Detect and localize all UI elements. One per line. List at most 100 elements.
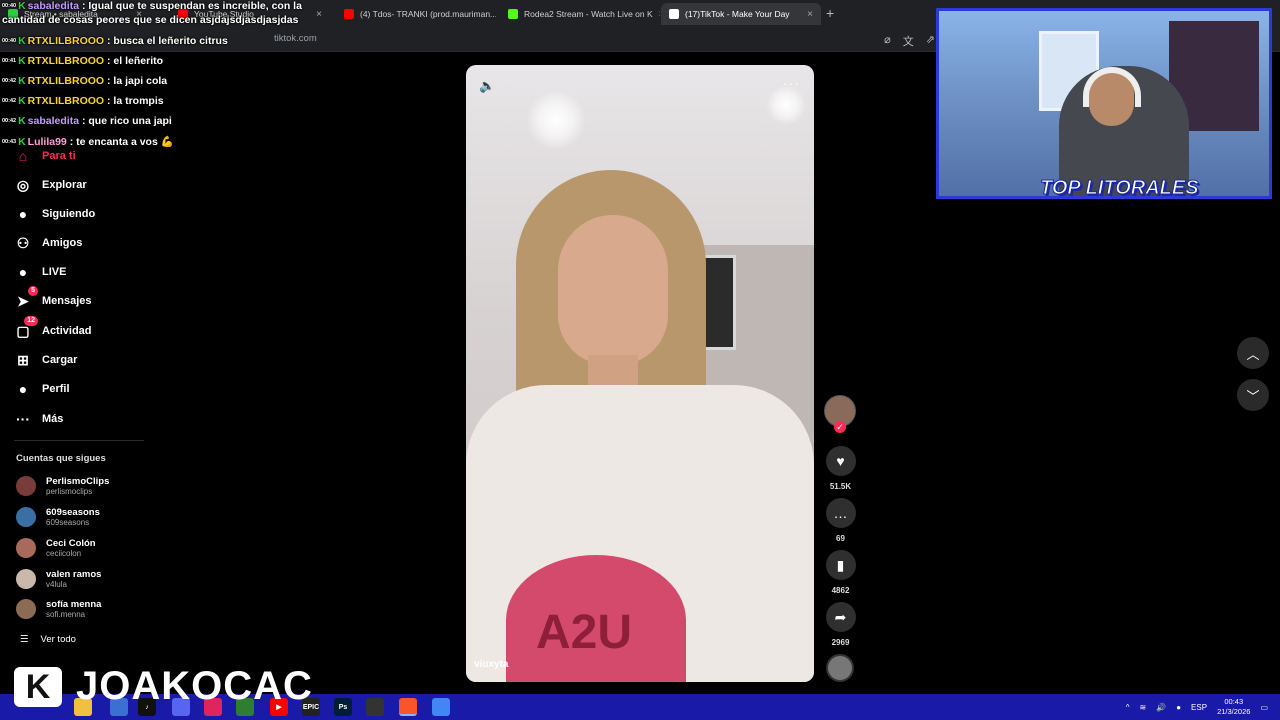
comment-action[interactable]: … 69 (824, 498, 857, 543)
chat-text: cantidad de cosas peores que se dicen as… (2, 14, 299, 26)
share-icon[interactable]: ➦ (825, 602, 856, 632)
see-all-button[interactable]: ☰ Ver todo (20, 634, 76, 645)
mute-icon[interactable]: ⌀ (884, 33, 891, 49)
sidebar-item-siguiendo[interactable]: ● Siguiendo (14, 205, 95, 223)
following-account[interactable]: 609seasons 609seasons (16, 507, 100, 527)
chat-text: : la trompis (104, 95, 164, 107)
more-options-icon[interactable]: ··· (783, 75, 800, 91)
sidebar-item-mensajes[interactable]: ➤ 5 Mensajes (14, 286, 92, 310)
next-video-button[interactable]: ﹀ (1237, 379, 1269, 411)
notifications-icon[interactable]: ▭ (1260, 703, 1268, 712)
video-username[interactable]: viuxyta (474, 659, 508, 670)
sidebar-item-label: Más (42, 413, 64, 425)
language-indicator[interactable]: ESP (1191, 703, 1207, 712)
cam-title: TOP LITORALES (1040, 177, 1200, 200)
chat-message: 00:41 K RTXLILBROOO : el leñerito (2, 55, 163, 67)
url-text[interactable]: tiktok.com (274, 33, 317, 44)
taskbar-app-icon[interactable] (399, 698, 417, 716)
tab-favicon-icon (508, 9, 518, 19)
sidebar-item-explorar[interactable]: ◎ Explorar (14, 176, 87, 194)
account-name: PerlismoClips (46, 476, 110, 487)
chat-text: : la japi cola (104, 75, 168, 87)
sidebar-item-más[interactable]: ··· Más (14, 410, 63, 428)
mic-icon[interactable]: ● (1176, 703, 1181, 712)
chat-message: 00:40 K RTXLILBROOO : busca el leñerito ci… (2, 35, 228, 47)
sidebar-item-actividad[interactable]: ▢ 12 Actividad (14, 316, 92, 340)
kick-badge-icon: K (18, 0, 26, 12)
tab-label: (4) Tdos- TRANKI (prod.mauriman... (360, 9, 496, 19)
sidebar-item-label: Mensajes (42, 295, 92, 307)
music-disc-avatar[interactable] (826, 654, 854, 682)
system-tray: ^ ≋ 🔊 ● ESP 00:43 21/3/2026 ▭ (1126, 694, 1268, 720)
taskbar-app-icon[interactable] (432, 698, 450, 716)
bookmark-icon[interactable]: ▮ (825, 550, 856, 580)
account-text: sofía menna sofi.menna (46, 599, 101, 619)
comment-icon[interactable]: … (825, 498, 856, 528)
account-handle: 609seasons (46, 518, 90, 527)
video-player[interactable]: A2U 🔈 ··· viuxyta (466, 65, 814, 682)
account-name: sofía menna (46, 599, 102, 610)
share-count: 2969 (831, 638, 850, 647)
close-tab-icon[interactable]: × (807, 9, 813, 20)
tab-label: (17)TikTok - Make Your Day (685, 9, 790, 19)
close-tab-icon[interactable]: × (316, 9, 322, 20)
close-tab-icon[interactable]: × (659, 9, 660, 20)
previous-video-button[interactable]: ︿ (1237, 337, 1269, 369)
following-account[interactable]: Ceci Colón ceciicolon (16, 538, 96, 558)
chat-username: sabaledita (27, 0, 80, 12)
account-text: valen ramos v4lula (46, 569, 101, 589)
sidebar-item-cargar[interactable]: ⊞ Cargar (14, 351, 77, 369)
open-external-icon[interactable]: ⇗ (926, 33, 935, 49)
like-action[interactable]: ♥ 51.5K (824, 446, 857, 491)
webcam-overlay (936, 8, 1272, 199)
video-subject-face (558, 215, 668, 365)
wifi-icon[interactable]: ≋ (1140, 703, 1147, 712)
browser-tab[interactable]: (17)TikTok - Make Your Day × (661, 3, 821, 25)
kick-badge-icon: K (18, 95, 26, 107)
taskbar-app-icon[interactable]: Ps (334, 698, 352, 716)
account-handle: sofi.menna (46, 610, 86, 619)
sidebar-item-label: LIVE (42, 266, 67, 278)
sidebar-item-label: Explorar (42, 179, 87, 191)
sidebar-item-para-ti[interactable]: ⌂ Para ti (14, 147, 76, 165)
avatar (16, 507, 36, 527)
taskbar-app-icon[interactable] (366, 698, 384, 716)
see-all-label: Ver todo (40, 634, 76, 645)
notification-badge: 12 (24, 316, 38, 326)
chat-text: : te encanta a vos 💪 (66, 136, 174, 148)
chat-message: cantidad de cosas peores que se dicen as… (2, 14, 298, 26)
volume-icon[interactable]: 🔈 (479, 78, 495, 94)
clock[interactable]: 00:43 21/3/2026 (1217, 697, 1250, 717)
save-action[interactable]: ▮ 4862 (824, 550, 857, 595)
follow-plus-icon[interactable]: ✓ (834, 421, 846, 433)
following-account[interactable]: PerlismoClips perlismoclips (16, 476, 109, 496)
browser-tab[interactable]: (4) Tdos- TRANKI (prod.mauriman...× (336, 3, 496, 25)
chat-timestamp: 00:41 (2, 58, 17, 65)
share-action[interactable]: ➦ 2969 (824, 602, 857, 647)
sidebar-item-amigos[interactable]: ⚇ Amigos (14, 234, 83, 252)
chat-text: : que rico una japi (79, 115, 172, 127)
translate-icon[interactable]: 文 (903, 33, 914, 49)
following-account[interactable]: valen ramos v4lula (16, 569, 101, 589)
chat-username: RTXLILBROOO (27, 75, 105, 87)
following-account[interactable]: sofía menna sofi.menna (16, 599, 101, 619)
account-name: 609seasons (46, 507, 100, 518)
sidebar-item-perfil[interactable]: ● Perfil (14, 380, 70, 398)
clock-time: 00:43 (1224, 697, 1244, 706)
clock-date: 21/3/2026 (1217, 707, 1251, 716)
browser-tab[interactable]: Rodea2 Stream - Watch Live on K × (500, 3, 660, 25)
chevron-up-icon[interactable]: ^ (1126, 703, 1130, 712)
sidebar-item-label: Siguiendo (42, 208, 96, 220)
activity-icon: ▢ 12 (14, 316, 38, 340)
heart-icon[interactable]: ♥ (825, 446, 856, 476)
account-name: Ceci Colón (46, 538, 96, 549)
tab-label: Rodea2 Stream - Watch Live on K (524, 9, 653, 19)
tab-favicon-icon (669, 9, 679, 19)
avatar (16, 599, 36, 619)
save-count: 4862 (831, 586, 850, 595)
sidebar-item-live[interactable]: ● LIVE (14, 263, 67, 281)
speaker-icon[interactable]: 🔊 (1156, 703, 1166, 712)
new-tab-button[interactable]: + (826, 5, 834, 21)
sidebar-item-label: Cargar (42, 354, 78, 366)
chat-timestamp: 00:42 (2, 118, 17, 125)
